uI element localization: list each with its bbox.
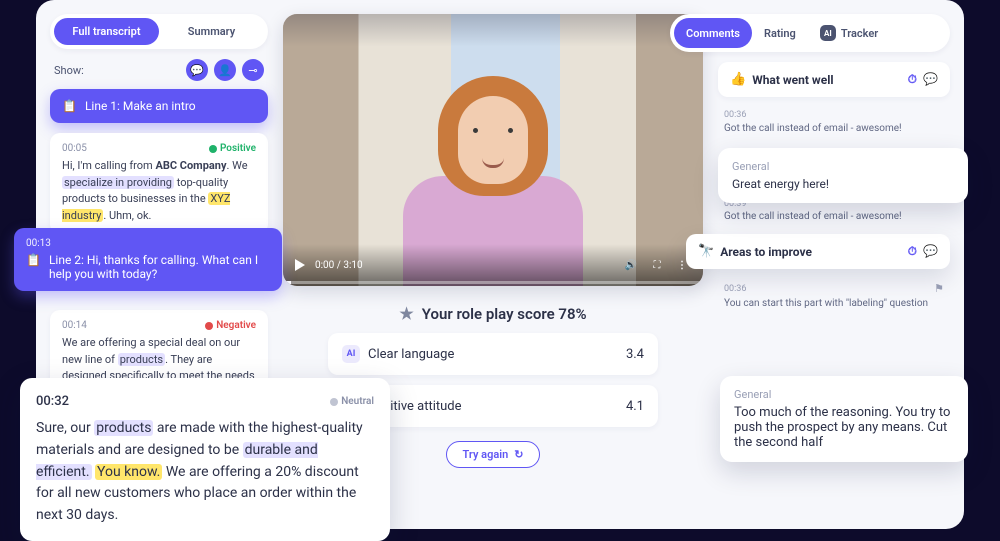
fullscreen-icon[interactable]: ⛶ [649, 257, 665, 273]
section-improve[interactable]: 🔭 Areas to improve ⏱ 💬 [686, 234, 950, 269]
msg1-sentiment: Positive [209, 143, 256, 154]
review-tabs: Comments Rating AI Tracker [670, 14, 950, 52]
line-2-banner[interactable]: 00:13 📋 Line 2: Hi, thanks for calling. … [14, 228, 282, 291]
line2-timestamp: 00:13 [26, 238, 270, 249]
transcript-msg-3-expanded[interactable]: 00:32 Neutral Sure, our products are mad… [20, 378, 390, 541]
play-button[interactable] [295, 259, 305, 271]
retry-icon: ↻ [514, 448, 523, 461]
add-time-icon[interactable]: ⏱ [908, 244, 917, 259]
add-comment-icon[interactable]: 💬 [923, 244, 938, 259]
metric-value: 4.1 [626, 399, 644, 414]
msg1-timestamp: 00:05 [62, 143, 87, 154]
msg1-body: Hi, I'm calling from ABC Company. We spe… [62, 158, 256, 224]
section-went-well[interactable]: 👍 What went well ⏱ 💬 [718, 62, 950, 97]
comment-item[interactable]: 00:36 ⚑ You can start this part with "la… [718, 277, 950, 314]
thumb-up-icon: 👍 [730, 72, 746, 87]
flag-icon: ⚑ [934, 281, 944, 296]
went-well-label: What went well [752, 73, 833, 87]
filter-user-icon[interactable]: 👤 [214, 59, 236, 81]
comment-text: Too much of the reasoning. You try to pu… [734, 405, 954, 450]
clipboard-icon: 📋 [62, 99, 77, 113]
progress-bar[interactable] [283, 281, 703, 284]
ai-badge-icon: AI [820, 25, 836, 41]
comment-popover-2[interactable]: General Too much of the reasoning. You t… [720, 376, 968, 462]
filter-speech-icon[interactable]: 💬 [186, 59, 208, 81]
line-2-label: Line 2: Hi, thanks for calling. What can… [49, 253, 270, 281]
tab-tracker[interactable]: AI Tracker [808, 18, 890, 48]
msg3-body: Sure, our products are made with the hig… [36, 418, 374, 526]
transcript-msg-1[interactable]: 00:05 Positive Hi, I'm calling from ABC … [50, 133, 268, 234]
comment-category: General [734, 388, 954, 401]
msg2-timestamp: 00:14 [62, 320, 87, 331]
tab-full-transcript[interactable]: Full transcript [54, 18, 159, 45]
comment-item[interactable]: 00:36 Got the call instead of email - aw… [718, 105, 950, 140]
video-player[interactable]: 0:00 / 3:10 🔊 ⛶ ⋮ [283, 14, 703, 286]
msg2-sentiment: Negative [205, 320, 256, 331]
metric-value: 3.4 [626, 347, 644, 362]
comment-text: Great energy here! [732, 177, 954, 191]
transcript-tabs: Full transcript Summary [50, 14, 268, 49]
metric-label: Clear language [368, 347, 454, 362]
try-again-button[interactable]: Try again ↻ [446, 441, 541, 468]
comment-category: General [732, 160, 954, 173]
show-label: Show: [54, 64, 84, 77]
star-icon: ★ [399, 304, 413, 323]
line-1-banner[interactable]: 📋 Line 1: Make an intro [50, 89, 268, 123]
comment-popover-1[interactable]: General Great energy here! [718, 148, 968, 203]
ai-badge-icon: AI [342, 345, 360, 363]
add-time-icon[interactable]: ⏱ [908, 72, 917, 87]
tab-summary[interactable]: Summary [159, 18, 264, 45]
improve-label: Areas to improve [720, 245, 812, 259]
clipboard-icon: 📋 [26, 253, 41, 267]
filter-key-icon[interactable]: ⊸ [242, 59, 264, 81]
add-comment-icon[interactable]: 💬 [923, 72, 938, 87]
binoculars-icon: 🔭 [698, 244, 714, 259]
score-label: Your role play score 78% [422, 305, 587, 323]
msg3-sentiment: Neutral [330, 394, 374, 410]
tab-comments[interactable]: Comments [674, 18, 752, 48]
tab-rating[interactable]: Rating [752, 18, 808, 48]
volume-icon[interactable]: 🔊 [623, 257, 639, 273]
video-time: 0:00 / 3:10 [315, 260, 363, 271]
msg3-timestamp: 00:32 [36, 392, 69, 412]
metric-row: AI Clear language 3.4 [328, 333, 658, 375]
line-1-label: Line 1: Make an intro [85, 99, 196, 113]
